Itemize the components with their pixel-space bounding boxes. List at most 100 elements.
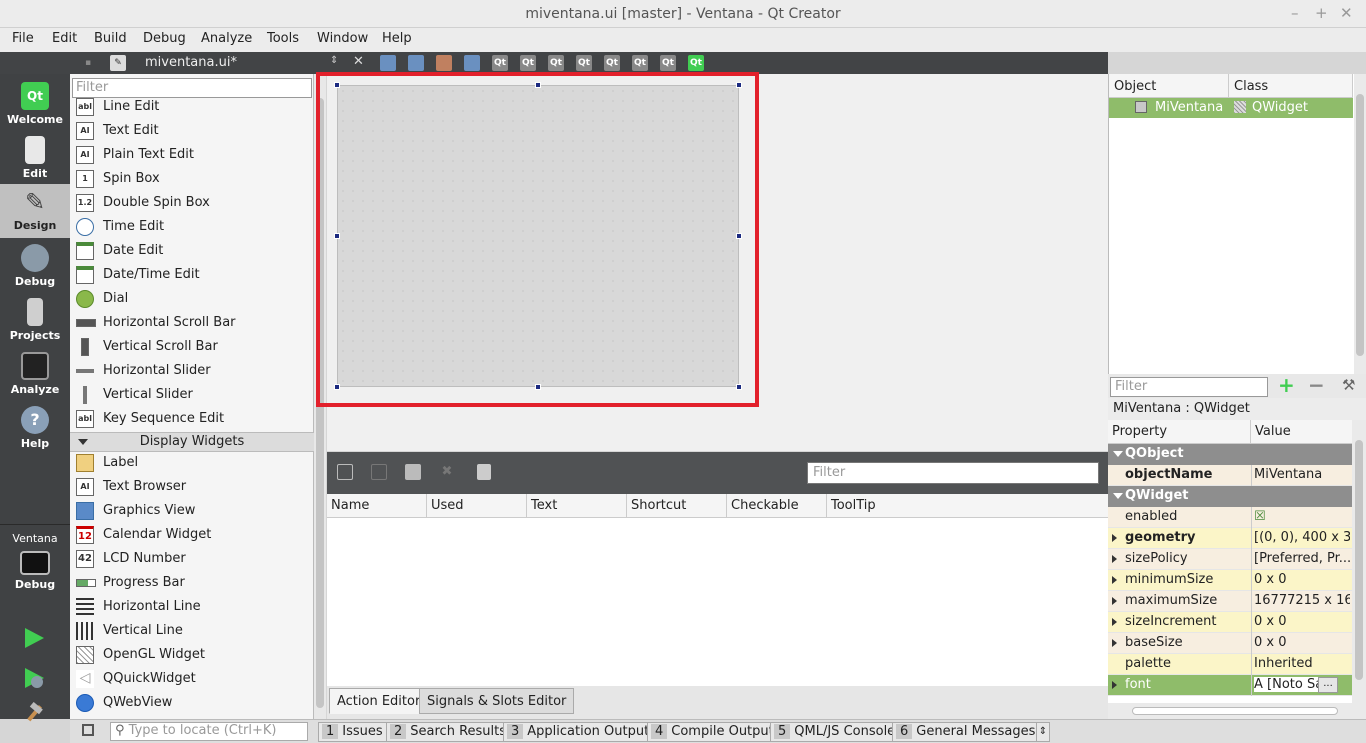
- output-tab-issues[interactable]: 1 Issues: [318, 722, 387, 742]
- menu-debug[interactable]: Debug: [143, 31, 186, 46]
- widget-item[interactable]: AI Text Edit: [70, 119, 314, 143]
- expand-arrow-icon[interactable]: [1112, 555, 1117, 563]
- expand-arrow-icon[interactable]: [1112, 534, 1117, 542]
- tab-signals-slots-editor[interactable]: Signals & Slots Editor: [419, 688, 575, 714]
- widget-item[interactable]: Horizontal Scroll Bar: [70, 311, 314, 335]
- widget-item[interactable]: Label: [70, 451, 314, 475]
- widget-item[interactable]: Progress Bar: [70, 571, 314, 595]
- mode-design[interactable]: ✎ Design: [0, 184, 70, 238]
- widget-item[interactable]: ◁ QQuickWidget: [70, 667, 314, 691]
- widget-item[interactable]: Dial: [70, 287, 314, 311]
- font-dialog-button[interactable]: ...: [1318, 677, 1338, 693]
- delete-icon[interactable]: ✖: [439, 464, 455, 480]
- menu-edit[interactable]: Edit: [52, 31, 77, 46]
- column-header[interactable]: ToolTip: [827, 494, 1108, 518]
- property-value[interactable]: [Preferred, Pr...: [1254, 551, 1350, 566]
- widget-item[interactable]: Horizontal Slider: [70, 359, 314, 383]
- widget-item[interactable]: Date/Time Edit: [70, 263, 314, 287]
- property-value[interactable]: 16777215 x 16...: [1254, 593, 1350, 608]
- property-row-objectname[interactable]: objectName MiVentana: [1108, 465, 1352, 486]
- column-header[interactable]: Value: [1251, 420, 1352, 444]
- widget-item[interactable]: Date Edit: [70, 239, 314, 263]
- layout-horizontal-icon[interactable]: [380, 55, 396, 71]
- widget-item[interactable]: AI Text Browser: [70, 475, 314, 499]
- font-value[interactable]: A [Noto Sa: [1254, 677, 1326, 692]
- enabled-checkbox[interactable]: ☒: [1254, 509, 1350, 524]
- widget-item[interactable]: QWebView: [70, 691, 314, 715]
- output-tab-application-output[interactable]: 3 Application Output: [503, 722, 654, 742]
- widget-item[interactable]: 42 LCD Number: [70, 547, 314, 571]
- widget-item[interactable]: Graphics View: [70, 499, 314, 523]
- property-row-minimumsize[interactable]: minimumSize 0 x 0: [1108, 570, 1352, 591]
- column-header[interactable]: Text: [527, 494, 627, 518]
- output-tab-search-results[interactable]: 2 Search Results: [386, 722, 511, 742]
- property-row-basesize[interactable]: baseSize 0 x 0: [1108, 633, 1352, 654]
- view-mode-icon[interactable]: [477, 464, 491, 480]
- property-value[interactable]: 0 x 0: [1254, 572, 1350, 587]
- column-header[interactable]: Property: [1108, 420, 1251, 444]
- add-dynamic-property-icon[interactable]: +: [1278, 374, 1295, 396]
- output-tab-general-messages[interactable]: 6 General Messages: [892, 722, 1040, 742]
- layout-vertical-icon[interactable]: [408, 55, 424, 71]
- qt-layout-icon[interactable]: Qt: [492, 55, 508, 71]
- paste-icon[interactable]: [405, 464, 421, 480]
- property-value[interactable]: [(0, 0), 400 x 30...: [1254, 530, 1350, 545]
- menu-window[interactable]: Window: [317, 31, 368, 46]
- edit-signals-icon[interactable]: [436, 55, 452, 71]
- open-file-name[interactable]: miventana.ui*: [145, 55, 237, 70]
- sidebar-toggle-icon[interactable]: [82, 724, 94, 736]
- build-icon[interactable]: [22, 702, 46, 726]
- property-row-sizeincrement[interactable]: sizeIncrement 0 x 0: [1108, 612, 1352, 633]
- property-filter-input[interactable]: Filter: [1110, 377, 1268, 397]
- widget-item[interactable]: abl Key Sequence Edit: [70, 407, 314, 431]
- property-value[interactable]: Inherited: [1254, 656, 1350, 671]
- menu-build[interactable]: Build: [94, 31, 127, 46]
- property-value[interactable]: 0 x 0: [1254, 614, 1350, 629]
- expand-arrow-icon[interactable]: [1112, 597, 1117, 605]
- property-editor-hscrollbar[interactable]: [1108, 703, 1366, 719]
- expand-arrow-icon[interactable]: [1112, 618, 1117, 626]
- category-display-widgets[interactable]: Display Widgets: [70, 432, 314, 452]
- widget-item[interactable]: Time Edit: [70, 215, 314, 239]
- locator-input[interactable]: ⚲ Type to locate (Ctrl+K): [110, 722, 308, 741]
- mode-debug[interactable]: Debug: [0, 240, 70, 294]
- qt-layout-icon[interactable]: Qt: [604, 55, 620, 71]
- menu-file[interactable]: File: [12, 31, 34, 46]
- close-button[interactable]: ✕: [1340, 4, 1353, 22]
- menu-help[interactable]: Help: [382, 31, 412, 46]
- qt-adjust-size-icon[interactable]: Qt: [688, 55, 704, 71]
- minimize-button[interactable]: –: [1291, 4, 1299, 22]
- action-filter-input[interactable]: Filter: [807, 462, 1099, 484]
- mode-help[interactable]: ? Help: [0, 402, 70, 456]
- column-header[interactable]: Used: [427, 494, 527, 518]
- debug-run-icon[interactable]: [22, 666, 46, 690]
- qt-layout-icon[interactable]: Qt: [520, 55, 536, 71]
- menu-tools[interactable]: Tools: [267, 31, 299, 46]
- widget-item[interactable]: 12 Calendar Widget: [70, 523, 314, 547]
- column-header[interactable]: Name: [327, 494, 427, 518]
- property-row-enabled[interactable]: enabled ☒: [1108, 507, 1352, 528]
- more-tabs-icon[interactable]: ⇕: [1036, 722, 1050, 742]
- property-row-geometry[interactable]: geometry [(0, 0), 400 x 30...: [1108, 528, 1352, 549]
- property-value[interactable]: MiVentana: [1254, 467, 1350, 482]
- run-icon[interactable]: [22, 626, 46, 650]
- edit-buddies-icon[interactable]: [464, 55, 480, 71]
- mode-analyze[interactable]: Analyze: [0, 348, 70, 402]
- widget-item[interactable]: OpenGL Widget: [70, 643, 314, 667]
- scroll-thumb[interactable]: [1132, 707, 1338, 715]
- column-header[interactable]: Checkable: [727, 494, 827, 518]
- widget-item[interactable]: Vertical Scroll Bar: [70, 335, 314, 359]
- column-header[interactable]: Shortcut: [627, 494, 727, 518]
- action-table[interactable]: Name Used Text Shortcut Checkable ToolTi…: [327, 494, 1108, 686]
- expand-arrow-icon[interactable]: [1112, 639, 1117, 647]
- property-group-qwidget[interactable]: QWidget: [1108, 486, 1352, 507]
- property-editor-scrollbar[interactable]: [1352, 420, 1366, 703]
- inspector-scrollbar[interactable]: [1354, 74, 1366, 374]
- output-tab-compile-output[interactable]: 4 Compile Output: [647, 722, 778, 742]
- qt-layout-icon[interactable]: Qt: [576, 55, 592, 71]
- column-header[interactable]: Class: [1229, 74, 1353, 98]
- widget-item[interactable]: 1.2 Double Spin Box: [70, 191, 314, 215]
- output-tab-qml-console[interactable]: 5 QML/JS Console: [770, 722, 900, 742]
- scroll-thumb[interactable]: [1355, 440, 1363, 680]
- expand-arrow-icon[interactable]: [1112, 681, 1117, 689]
